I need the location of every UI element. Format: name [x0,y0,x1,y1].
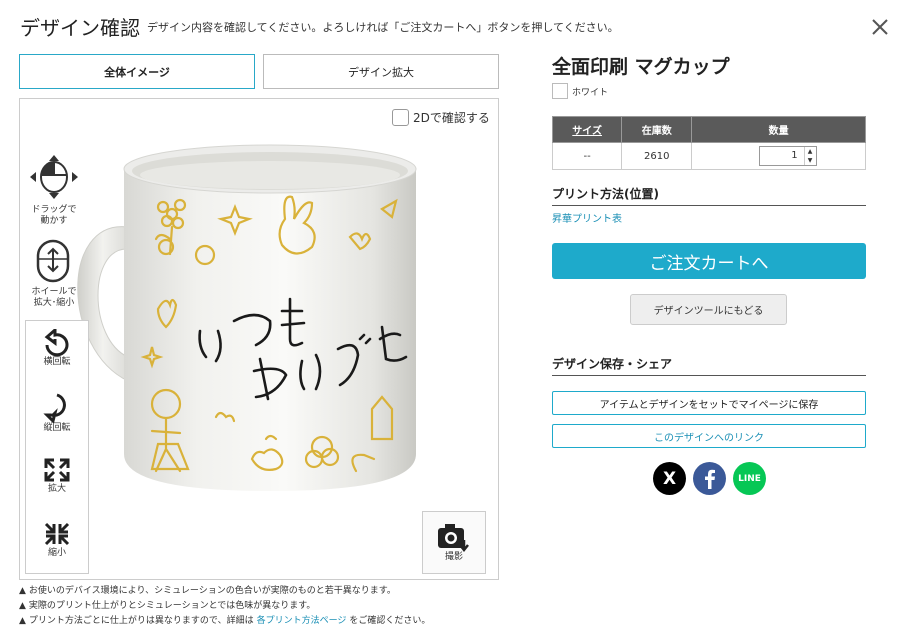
warning-icon: ▲ [19,586,26,596]
capture-label: 撮影 [444,552,463,562]
page-subtitle: デザイン内容を確認してください。よろしければ「ご注文カートへ」ボタンを押してくだ… [147,21,619,34]
viewer-control-panel: 横回転 縦回転 拡大 縮小 [25,320,89,574]
rotate-horizontal-button[interactable]: 横回転 [26,329,88,368]
page-title: デザイン確認 [20,16,140,40]
print-method-page-link[interactable]: 各プリント方法ページ [257,614,347,629]
quantity-cell: 1 ▲ ▼ [691,142,866,170]
mug-3d-viewer[interactable]: 2Dで確認する ドラッグで 動かす ホイールで 拡大･縮小 横回転 縦回転 拡大… [19,98,499,580]
zoom-in-button[interactable]: 拡大 [26,456,88,495]
rotate-vertical-icon [43,393,66,423]
tab-design-zoom[interactable]: デザイン拡大 [263,54,499,89]
wheel-label-2: 拡大･縮小 [33,298,75,308]
drag-hint: ドラッグで 動かす [28,153,80,227]
quantity-header: 数量 [691,116,866,143]
x-icon: X [662,468,677,489]
note-1-text: お使いのデバイス環境により、シミュレーションの色合いが実際のものと若干異なります… [28,586,396,596]
quantity-input[interactable]: 1 [760,147,804,165]
close-button[interactable] [868,15,892,39]
zoom-out-label: 縮小 [47,548,66,558]
drag-label-1: ドラッグで [31,205,77,215]
quantity-arrows[interactable]: ▲ ▼ [803,147,816,165]
increment-icon[interactable]: ▲ [805,147,816,156]
line-share-button[interactable]: LINE [733,462,766,495]
note-1: ▲ お使いのデバイス環境により、シミュレーションの色合いが実際のものと若干異なり… [19,584,430,599]
note-3-post: をご確認ください。 [349,616,431,626]
size-cell: -- [551,142,623,170]
note-2-text: 実際のプリント仕上がりとシミュレーションとでは色味が異なります。 [28,601,316,611]
note-3: ▲ プリント方法ごとに仕上がりは異なりますので、詳細は 各プリント方法ページ をご確… [19,614,430,629]
camera-icon [438,524,469,552]
quantity-stepper[interactable]: 1 ▲ ▼ [758,146,817,166]
facebook-icon [705,469,715,489]
notes: ▲ お使いのデバイス環境により、シミュレーションの色合いが実際のものと若干異なり… [19,584,430,629]
view-tabs: 全体イメージ デザイン拡大 [19,54,499,90]
wheel-hint: ホイールで 拡大･縮小 [28,239,80,309]
facebook-share-button[interactable] [693,462,726,495]
line-icon: LINE [738,473,761,484]
x-share-button[interactable]: X [653,462,686,495]
view-2d-checkbox[interactable]: 2Dで確認する [392,109,490,126]
stock-header: 在庫数 [621,116,693,143]
color-selector[interactable]: ホワイト [552,83,608,99]
wheel-label-1: ホイールで [31,287,77,297]
shrink-icon [44,522,70,546]
rotate-vertical-button[interactable]: 縦回転 [26,391,88,434]
expand-icon [44,458,70,482]
capture-button[interactable]: 撮影 [422,511,486,574]
print-method-heading: プリント方法(位置) [552,185,866,206]
stock-cell: 2610 [621,142,693,170]
back-to-design-tool-button[interactable]: デザインツールにもどる [630,294,787,325]
zoom-in-label: 拡大 [47,484,66,494]
checkbox-box[interactable] [392,109,409,126]
decrement-icon[interactable]: ▼ [805,156,816,165]
color-label: ホワイト [572,87,609,98]
table-row: -- 2610 1 ▲ ▼ [551,142,866,170]
save-share-heading: デザイン保存・シェア [552,355,866,376]
drag-label-2: 動かす [40,216,68,226]
close-icon [872,19,888,35]
tab-overall-image[interactable]: 全体イメージ [19,54,255,89]
mug-preview-image [77,144,417,491]
warning-icon: ▲ [19,616,26,626]
rotate-vertical-label: 縦回転 [43,423,71,433]
size-header[interactable]: サイズ [551,116,623,143]
color-swatch[interactable] [552,83,568,99]
product-name: 全面印刷 マグカップ [552,56,730,78]
save-to-mypage-button[interactable]: アイテムとデザインをセットでマイページに保存 [552,391,866,415]
view-2d-label: 2Dで確認する [413,111,490,125]
note-3-pre: プリント方法ごとに仕上がりは異なりますので、詳細は [28,616,254,626]
mouse-wheel-icon [36,239,70,283]
rotate-horizontal-label: 横回転 [43,357,71,367]
print-method-link[interactable]: 昇華プリント表 [552,210,622,225]
note-2: ▲ 実際のプリント仕上がりとシミュレーションとでは色味が異なります。 [19,599,430,614]
cart-button[interactable]: ご注文カートへ [552,243,866,279]
zoom-out-button[interactable]: 縮小 [26,520,88,559]
drag-move-icon [30,155,78,199]
stock-table: サイズ 在庫数 数量 -- 2610 1 ▲ ▼ [551,116,866,170]
warning-icon: ▲ [19,601,26,611]
design-link-button[interactable]: このデザインへのリンク [552,424,866,448]
rotate-horizontal-icon [44,329,69,357]
